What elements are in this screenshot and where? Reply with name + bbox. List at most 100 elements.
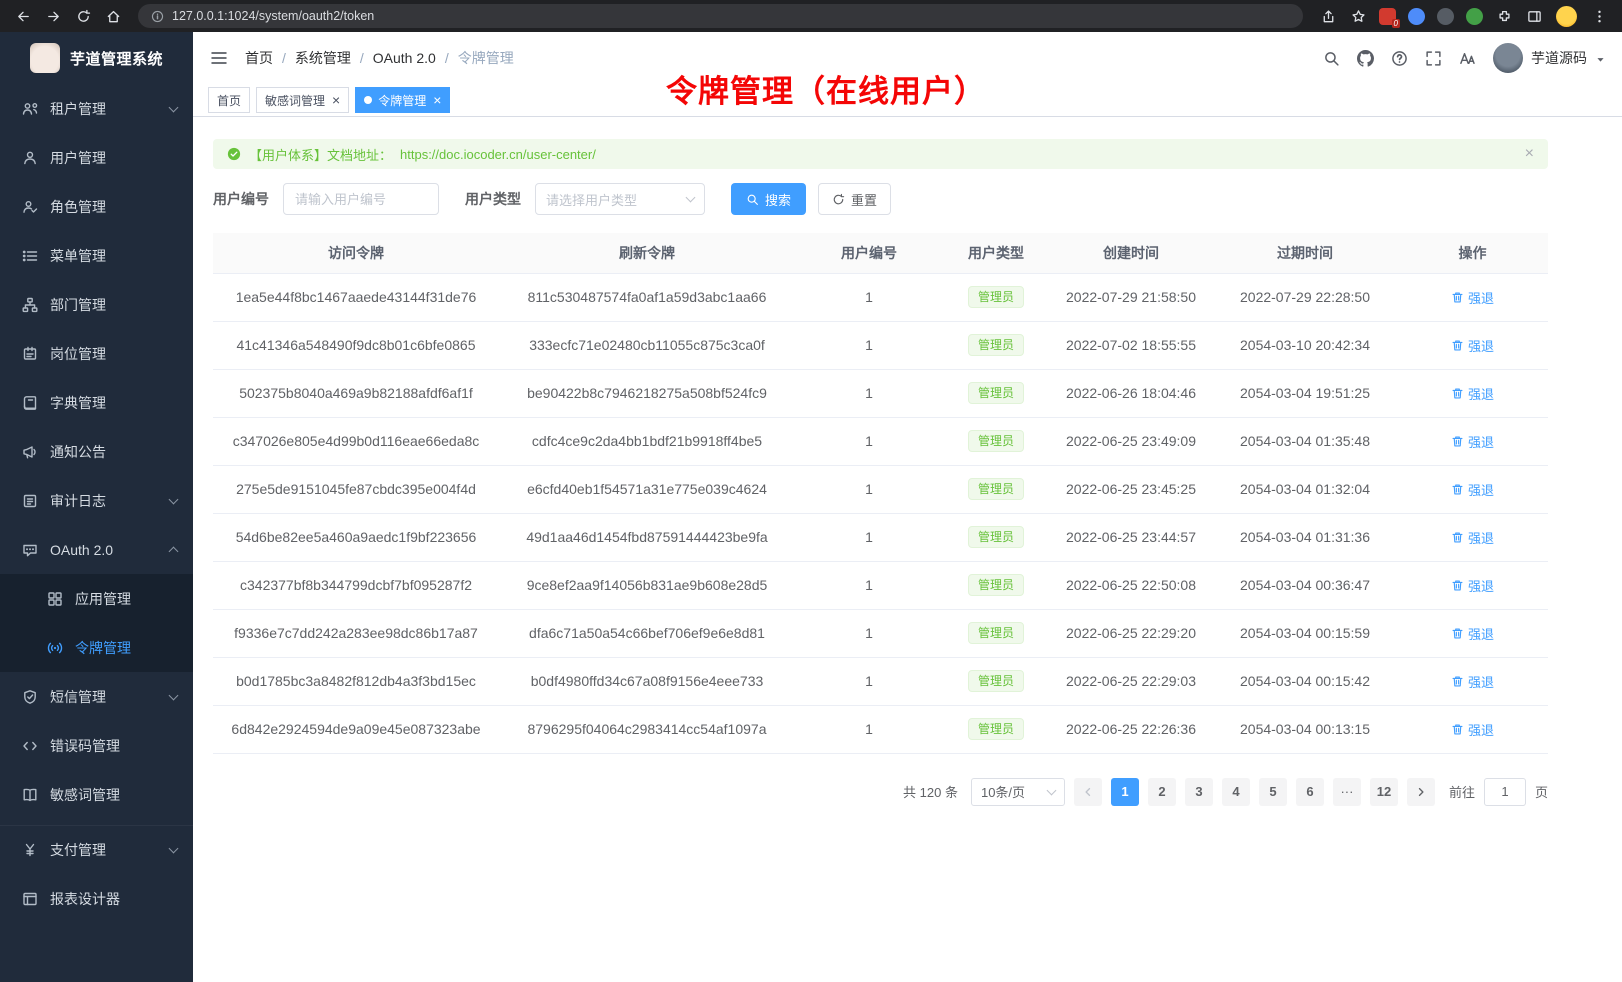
home-icon[interactable] <box>100 4 126 28</box>
chevron-down-icon <box>169 494 179 504</box>
page-number-button[interactable]: 3 <box>1185 778 1213 806</box>
tab-item[interactable]: 敏感词管理× <box>256 87 349 113</box>
reload-icon[interactable] <box>70 4 96 28</box>
force-logout-button[interactable]: 强退 <box>1451 432 1494 451</box>
github-icon[interactable] <box>1357 50 1374 67</box>
breadcrumb-item[interactable]: OAuth 2.0 <box>373 50 436 66</box>
sidebar-item[interactable]: 角色管理 <box>0 182 193 231</box>
force-logout-button[interactable]: 强退 <box>1451 672 1494 691</box>
access-token-cell: c347026e805e4d99b0d116eae66eda8c <box>213 417 499 465</box>
force-logout-button[interactable]: 强退 <box>1451 528 1494 547</box>
alert-close-icon[interactable]: × <box>1525 146 1534 162</box>
force-logout-button[interactable]: 强退 <box>1451 384 1494 403</box>
sidebar-item[interactable]: 报表设计器 <box>0 874 193 923</box>
user-type-badge: 管理员 <box>968 718 1024 740</box>
font-size-icon[interactable] <box>1459 50 1476 67</box>
force-logout-button[interactable]: 强退 <box>1451 336 1494 355</box>
sidebar-item[interactable]: 审计日志 <box>0 476 193 525</box>
menu-item-label: 通知公告 <box>50 442 106 462</box>
screen: 127.0.0.1:1024/system/oauth2/token 0 芋道管… <box>0 0 1622 982</box>
browser-menu-icon[interactable] <box>1586 4 1612 28</box>
sidebar-item[interactable]: 敏感词管理 <box>0 770 193 819</box>
menu-item-label: 短信管理 <box>50 687 106 707</box>
table-row: 41c41346a548490f9dc8b01c6bfe0865333ecfc7… <box>213 321 1548 369</box>
expires-cell: 2022-07-29 22:28:50 <box>1213 273 1397 321</box>
sidebar-item[interactable]: 租户管理 <box>0 84 193 133</box>
sidebar-item[interactable]: 错误码管理 <box>0 721 193 770</box>
sidebar-item[interactable]: 令牌管理 <box>0 623 193 672</box>
fullscreen-icon[interactable] <box>1425 50 1442 67</box>
doc-link[interactable]: https://doc.iocoder.cn/user-center/ <box>400 147 596 162</box>
share-icon[interactable] <box>1315 4 1341 28</box>
site-info-icon[interactable] <box>150 4 164 28</box>
back-icon[interactable] <box>10 4 36 28</box>
table-row: b0d1785bc3a8482f812db4a3f3bd15ecb0df4980… <box>213 657 1548 705</box>
sidebar-item[interactable]: 字典管理 <box>0 378 193 427</box>
search-button[interactable]: 搜索 <box>731 183 806 215</box>
user-type-select[interactable]: 请选择用户类型 <box>535 183 705 215</box>
next-page-button[interactable] <box>1407 778 1435 806</box>
search-icon[interactable] <box>1323 50 1340 67</box>
force-logout-button[interactable]: 强退 <box>1451 480 1494 499</box>
column-header: 过期时间 <box>1213 233 1397 273</box>
force-logout-button[interactable]: 强退 <box>1451 576 1494 595</box>
action-cell: 强退 <box>1397 513 1548 561</box>
sidebar-item[interactable]: OAuth 2.0 <box>0 525 193 574</box>
extension-icon[interactable] <box>1437 8 1454 25</box>
force-logout-button[interactable]: 强退 <box>1451 288 1494 307</box>
page-number-button[interactable]: 1 <box>1111 778 1139 806</box>
user-id-input[interactable] <box>283 183 439 215</box>
sidebar-item[interactable]: 岗位管理 <box>0 329 193 378</box>
expires-cell: 2054-03-04 01:31:36 <box>1213 513 1397 561</box>
extension-icon[interactable] <box>1466 8 1483 25</box>
prev-page-button[interactable] <box>1074 778 1102 806</box>
app-title: 芋道管理系统 <box>70 48 163 69</box>
sidebar-item[interactable]: 通知公告 <box>0 427 193 476</box>
page-number-button[interactable]: 5 <box>1259 778 1287 806</box>
tab-close-icon[interactable]: × <box>332 93 340 107</box>
url-bar[interactable]: 127.0.0.1:1024/system/oauth2/token <box>138 4 1303 28</box>
action-cell: 强退 <box>1397 705 1548 753</box>
sidebar-item[interactable]: 应用管理 <box>0 574 193 623</box>
sidebar-item[interactable]: 用户管理 <box>0 133 193 182</box>
bookmark-star-icon[interactable] <box>1345 4 1371 28</box>
page-ellipsis[interactable]: ··· <box>1333 778 1361 806</box>
goto-page-input[interactable] <box>1484 778 1526 806</box>
breadcrumb-item[interactable]: 系统管理 <box>295 48 351 68</box>
user-id-cell: 1 <box>795 561 943 609</box>
user-menu[interactable]: 芋道源码 <box>1493 43 1606 73</box>
menu-item-label: 支付管理 <box>50 840 106 860</box>
extension-icon[interactable]: 0 <box>1379 8 1396 25</box>
sidebar-item[interactable]: 部门管理 <box>0 280 193 329</box>
breadcrumb-item[interactable]: 首页 <box>245 48 273 68</box>
hamburger-icon[interactable] <box>209 48 229 68</box>
sidebar-item[interactable]: 菜单管理 <box>0 231 193 280</box>
forward-icon[interactable] <box>40 4 66 28</box>
page-number-button[interactable]: 12 <box>1370 778 1398 806</box>
page-number-button[interactable]: 4 <box>1222 778 1250 806</box>
sidebar-item[interactable]: 支付管理 <box>0 825 193 874</box>
page-number-button[interactable]: 2 <box>1148 778 1176 806</box>
page-size-select[interactable]: 10条/页 <box>971 778 1065 806</box>
user-type-badge: 管理员 <box>968 478 1024 500</box>
reset-button[interactable]: 重置 <box>818 183 891 215</box>
tab-item[interactable]: 令牌管理 × <box>355 87 450 113</box>
extension-badge: 0 <box>1392 19 1400 28</box>
force-logout-button[interactable]: 强退 <box>1451 720 1494 739</box>
force-logout-button[interactable]: 强退 <box>1451 624 1494 643</box>
chevron-down-icon <box>1047 785 1057 795</box>
tab-label: 令牌管理 <box>378 92 426 109</box>
extensions-puzzle-icon[interactable] <box>1491 4 1517 28</box>
column-header: 创建时间 <box>1049 233 1213 273</box>
sidebar-item[interactable]: 短信管理 <box>0 672 193 721</box>
sidebar: 芋道管理系统 租户管理用户管理角色管理菜单管理部门管理岗位管理字典管理通知公告审… <box>0 32 193 982</box>
refresh-token-cell: 49d1aa46d1454fbd87591444423be9fa <box>499 513 795 561</box>
side-panel-icon[interactable] <box>1521 4 1547 28</box>
expires-cell: 2054-03-04 01:32:04 <box>1213 465 1397 513</box>
page-number-button[interactable]: 6 <box>1296 778 1324 806</box>
extension-icon[interactable] <box>1408 8 1425 25</box>
tab-close-icon[interactable]: × <box>433 93 441 107</box>
help-icon[interactable] <box>1391 50 1408 67</box>
tab-item[interactable]: 首页 <box>208 87 250 113</box>
browser-profile-avatar[interactable] <box>1556 6 1577 27</box>
